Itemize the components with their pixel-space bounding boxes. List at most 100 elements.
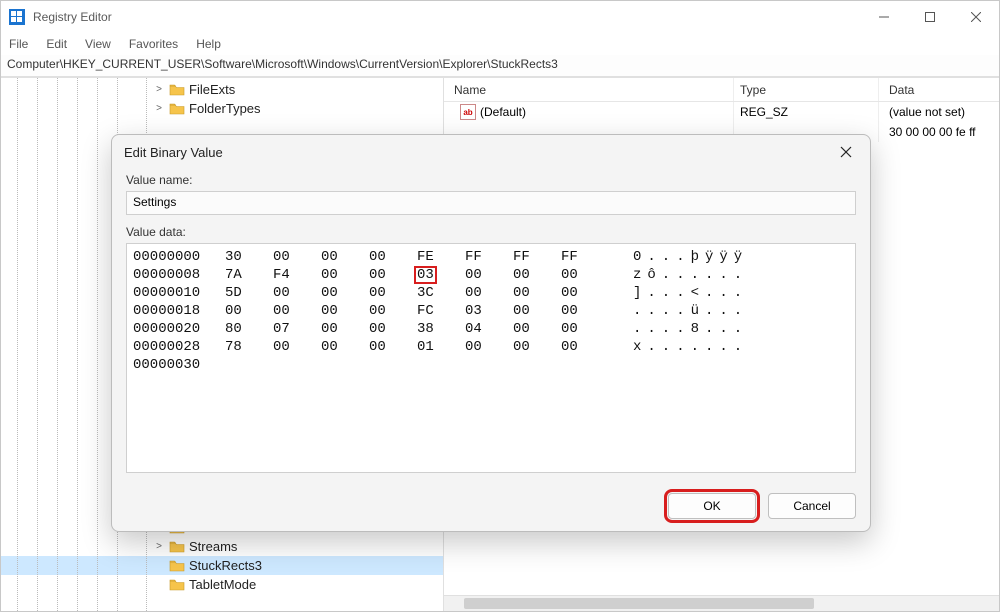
hex-byte[interactable]: 00 [321, 285, 369, 301]
hex-byte[interactable]: 00 [369, 267, 417, 283]
tree-item-label: FileExts [189, 82, 235, 97]
hex-row[interactable]: 000000087AF4000003000000zô...... [133, 266, 849, 284]
hex-byte[interactable]: 00 [465, 267, 513, 283]
menu-view[interactable]: View [85, 37, 111, 51]
folder-icon [169, 559, 185, 573]
hex-byte[interactable]: 00 [513, 339, 561, 355]
hex-byte[interactable]: FF [561, 249, 609, 265]
tree-expander-icon[interactable]: > [153, 103, 165, 114]
horizontal-scrollbar[interactable] [444, 595, 999, 611]
tree-item-streams[interactable]: > Streams [1, 537, 443, 556]
tree-item-tabletmode[interactable]: TabletMode [1, 575, 443, 594]
hex-byte[interactable]: 3C [417, 285, 465, 301]
hex-byte[interactable]: 5D [225, 285, 273, 301]
col-header-name[interactable]: Name [444, 78, 734, 101]
value-type: REG_SZ [734, 102, 879, 122]
hex-byte[interactable]: 00 [273, 285, 321, 301]
hex-offset: 00000010 [133, 285, 225, 301]
menu-favorites[interactable]: Favorites [129, 37, 178, 51]
hex-byte[interactable]: 00 [513, 321, 561, 337]
hex-byte[interactable]: 00 [513, 267, 561, 283]
folder-icon [169, 540, 185, 554]
hex-byte[interactable]: FC [417, 303, 465, 319]
hex-byte[interactable]: 30 [225, 249, 273, 265]
hex-row[interactable]: 0000001800000000FC030000....ü... [133, 302, 849, 320]
hex-byte[interactable]: 00 [369, 285, 417, 301]
hex-byte[interactable]: 00 [561, 339, 609, 355]
hex-byte[interactable]: 00 [561, 285, 609, 301]
hex-byte[interactable]: 80 [225, 321, 273, 337]
hex-byte[interactable]: 00 [369, 303, 417, 319]
dialog-close-button[interactable] [834, 140, 858, 164]
tree-expander-icon[interactable]: > [153, 84, 165, 95]
hex-byte[interactable]: 00 [273, 303, 321, 319]
hex-offset: 00000000 [133, 249, 225, 265]
ok-button[interactable]: OK [668, 493, 756, 519]
hex-byte[interactable]: 00 [225, 303, 273, 319]
hex-byte[interactable]: 00 [321, 321, 369, 337]
hex-byte[interactable]: FE [417, 249, 465, 265]
col-header-data[interactable]: Data [879, 78, 999, 101]
hex-byte[interactable]: FF [465, 249, 513, 265]
value-name-input[interactable]: Settings [126, 191, 856, 215]
address-bar[interactable]: Computer\HKEY_CURRENT_USER\Software\Micr… [1, 55, 999, 77]
menu-edit[interactable]: Edit [46, 37, 67, 51]
value-data: (value not set) [879, 102, 999, 122]
hex-row[interactable]: 000000208007000038040000....8... [133, 320, 849, 338]
hex-byte[interactable]: 00 [273, 339, 321, 355]
hex-byte[interactable]: 00 [465, 339, 513, 355]
hex-byte[interactable]: 78 [225, 339, 273, 355]
hex-ascii: ]...<... [633, 285, 748, 301]
hex-byte[interactable]: 7A [225, 267, 273, 283]
hex-byte[interactable]: 00 [369, 339, 417, 355]
hex-row[interactable]: 000000287800000001000000x....... [133, 338, 849, 356]
close-button[interactable] [953, 1, 999, 33]
hex-byte[interactable]: 00 [513, 303, 561, 319]
tree-item-label: Streams [189, 539, 237, 554]
hex-byte[interactable]: 01 [417, 339, 465, 355]
tree-item-foldertypes[interactable]: >FolderTypes [1, 99, 443, 118]
col-header-type[interactable]: Type [734, 78, 879, 101]
hex-byte[interactable]: 03 [465, 303, 513, 319]
folder-icon [169, 83, 185, 97]
hex-bytes: 5D0000003C000000 [225, 285, 609, 301]
hex-byte[interactable]: 38 [417, 321, 465, 337]
menu-help[interactable]: Help [196, 37, 221, 51]
hex-byte[interactable]: 00 [369, 249, 417, 265]
hex-row[interactable]: 000000105D0000003C000000]...<... [133, 284, 849, 302]
hex-byte[interactable]: 00 [513, 285, 561, 301]
hex-byte[interactable]: FF [513, 249, 561, 265]
maximize-button[interactable] [907, 1, 953, 33]
hex-byte[interactable]: 00 [273, 249, 321, 265]
list-header: Name Type Data [444, 78, 999, 102]
hex-byte[interactable]: 00 [321, 303, 369, 319]
hex-byte[interactable]: 00 [465, 285, 513, 301]
hex-byte[interactable]: 00 [561, 303, 609, 319]
hex-byte[interactable]: 03 [417, 267, 465, 283]
tree-item-stuckrects3[interactable]: StuckRects3 [1, 556, 443, 575]
cancel-button[interactable]: Cancel [768, 493, 856, 519]
minimize-button[interactable] [861, 1, 907, 33]
tree-expander-icon[interactable]: > [153, 541, 165, 552]
hex-byte[interactable]: 00 [321, 267, 369, 283]
hex-offset: 00000030 [133, 357, 225, 373]
hex-byte[interactable]: 00 [321, 339, 369, 355]
menu-file[interactable]: File [9, 37, 28, 51]
tree-item-fileexts[interactable]: > FileExts [1, 80, 443, 99]
hex-byte[interactable]: 00 [321, 249, 369, 265]
hex-byte[interactable]: 00 [561, 267, 609, 283]
hex-byte[interactable]: 07 [273, 321, 321, 337]
hex-byte[interactable]: 00 [561, 321, 609, 337]
hex-editor[interactable]: 0000000030000000FEFFFFFF0...þÿÿÿ00000008… [126, 243, 856, 473]
tree-item-label: TabletMode [189, 577, 256, 592]
hex-row[interactable]: 00000030 [133, 356, 849, 374]
hex-byte[interactable]: 04 [465, 321, 513, 337]
hex-ascii: x....... [633, 339, 748, 355]
hex-row[interactable]: 0000000030000000FEFFFFFF0...þÿÿÿ [133, 248, 849, 266]
value-name-label: Value name: [126, 173, 856, 187]
hex-ascii: 0...þÿÿÿ [633, 249, 748, 265]
hex-byte[interactable]: F4 [273, 267, 321, 283]
list-row[interactable]: ab(Default)REG_SZ(value not set) [444, 102, 999, 122]
hex-byte[interactable]: 00 [369, 321, 417, 337]
scrollbar-thumb[interactable] [464, 598, 814, 609]
